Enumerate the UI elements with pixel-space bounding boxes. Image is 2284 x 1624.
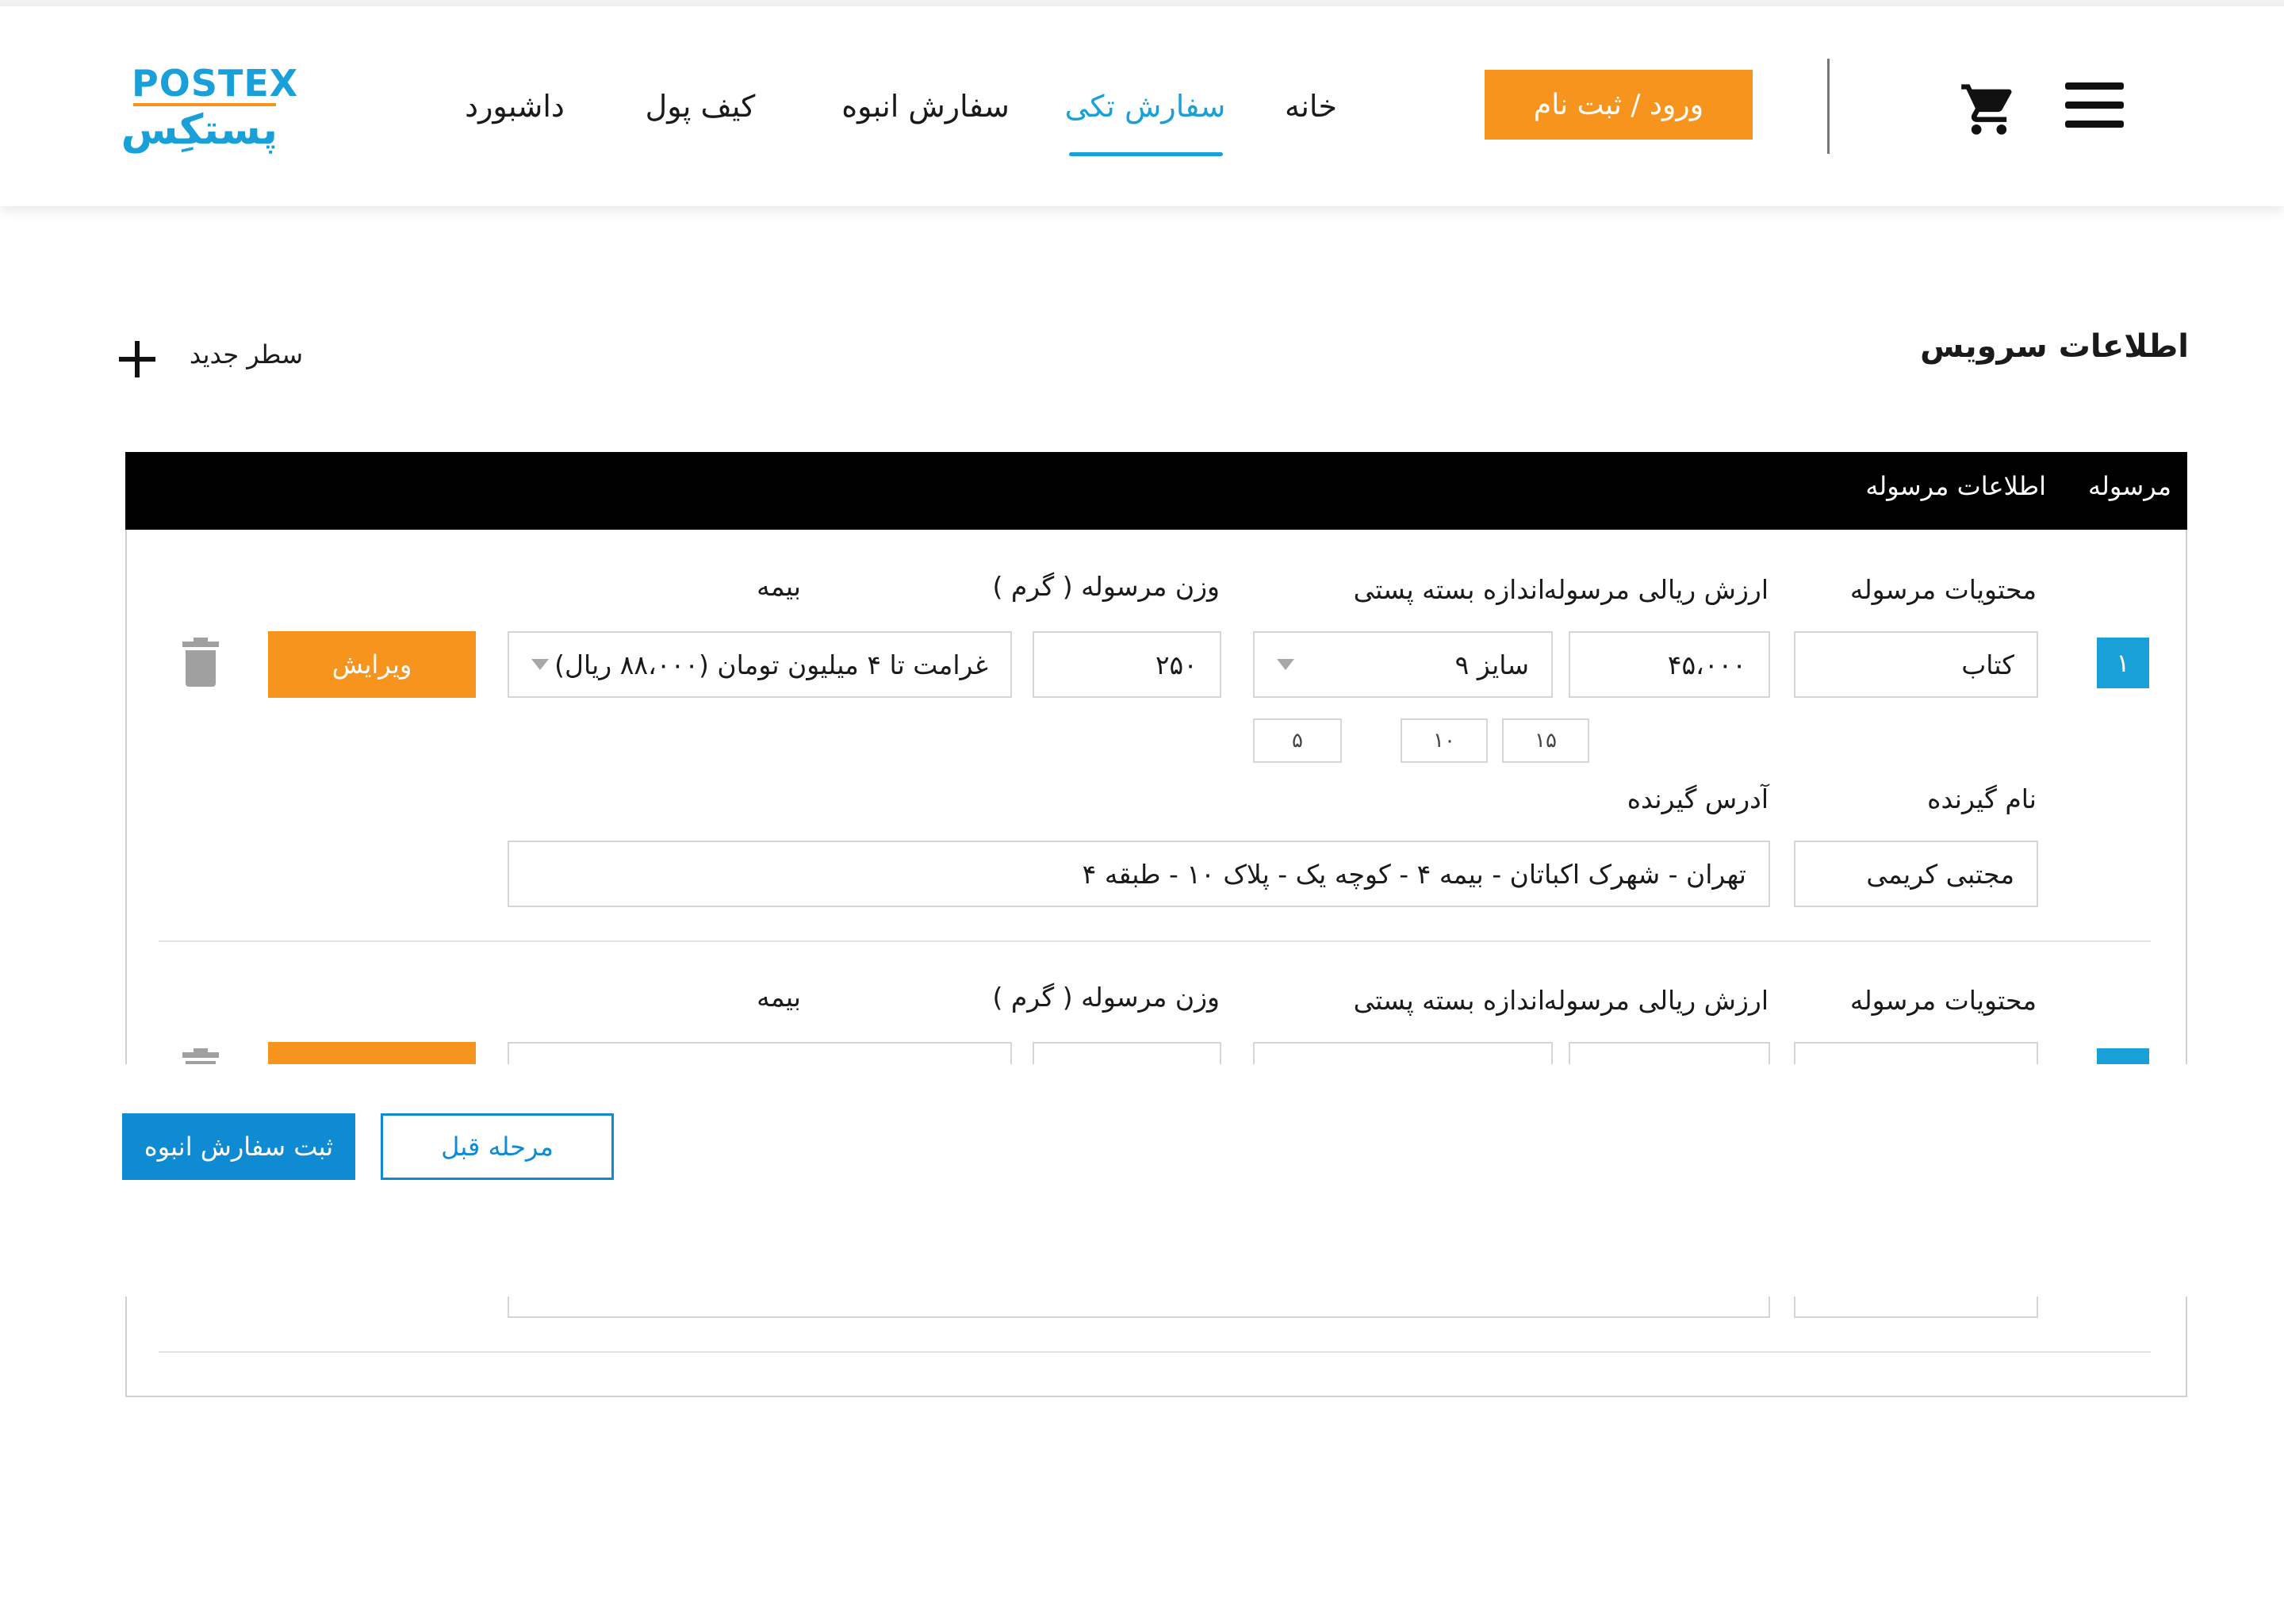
nav-dashboard[interactable]: داشبورد — [465, 89, 565, 130]
label-recipient-name: نام گیرنده — [1927, 783, 2037, 814]
label-insurance: بیمه — [757, 982, 801, 1013]
size-chip-5[interactable]: ۵ — [1253, 718, 1342, 763]
logo-latin-text: POSTEX — [132, 62, 297, 105]
label-insurance: بیمه — [757, 571, 801, 602]
table-row: محتویات مرسوله ارزش ریالی مرسوله اندازه … — [125, 530, 2187, 942]
size-chip-10[interactable]: ۱۰ — [1401, 718, 1488, 763]
label-recipient-address: آدرس گیرنده — [1627, 783, 1769, 814]
chevron-down-icon — [531, 659, 549, 670]
table-header: مرسوله اطلاعات مرسوله — [125, 452, 2187, 530]
top-strip — [0, 0, 2284, 6]
action-bar: ثبت سفارش انبوه مرحله قبل — [0, 1064, 2284, 1297]
label-package-size: اندازه بسته پستی — [1353, 985, 1545, 1016]
recipient-name-input[interactable]: مجتبی کریمی — [1794, 841, 2038, 907]
login-register-button[interactable]: ورود / ثبت نام — [1485, 70, 1753, 140]
new-row-button[interactable]: سطر جدید — [119, 336, 303, 381]
site-header: POSTEX پستکِس داشبورد کیف پول سفارش انبو… — [0, 6, 2284, 206]
chevron-down-icon — [1277, 659, 1294, 670]
column-header-parcel-info: اطلاعات مرسوله — [1865, 471, 2046, 501]
page-title: اطلاعات سرویس — [1920, 328, 2189, 365]
new-row-label: سطر جدید — [189, 339, 303, 370]
hamburger-menu-icon[interactable] — [2065, 82, 2124, 130]
insurance-select[interactable]: غرامت تا ۴ میلیون تومان (۸۸،۰۰۰ ریال) — [508, 631, 1012, 698]
recipient-address-input[interactable]: تهران - شهرک اکباتان - بیمه ۴ - کوچه یک … — [508, 841, 1770, 907]
column-header-parcel: مرسوله — [2087, 471, 2171, 501]
size-chip-15[interactable]: ۱۵ — [1502, 718, 1589, 763]
trash-icon[interactable] — [182, 638, 219, 687]
submit-bulk-order-button[interactable]: ثبت سفارش انبوه — [122, 1113, 355, 1180]
cart-icon[interactable] — [1959, 79, 2019, 140]
nav-bulk-order[interactable]: سفارش انبوه — [837, 89, 1014, 130]
value-input[interactable]: ۴۵،۰۰۰ — [1569, 631, 1770, 698]
logo[interactable]: POSTEX پستکِس — [121, 62, 298, 163]
row-index-badge: ۱ — [2097, 638, 2149, 688]
package-size-select[interactable]: سایز ۹ — [1253, 631, 1553, 698]
label-weight: وزن مرسوله ( گرم ) — [992, 571, 1221, 602]
nav-active-underline — [1069, 152, 1223, 156]
nav-single-order[interactable]: سفارش تکی — [1063, 89, 1228, 130]
nav-wallet[interactable]: کیف پول — [639, 89, 761, 130]
logo-persian-text: پستکِس — [121, 106, 278, 154]
previous-step-button[interactable]: مرحله قبل — [381, 1113, 614, 1180]
label-contents: محتویات مرسوله — [1849, 574, 2037, 605]
label-package-size: اندازه بسته پستی — [1353, 574, 1545, 605]
header-divider — [1827, 59, 1830, 154]
edit-button[interactable]: ویرایش — [268, 631, 476, 698]
label-contents: محتویات مرسوله — [1849, 985, 2037, 1016]
label-weight: وزن مرسوله ( گرم ) — [992, 982, 1221, 1013]
logo-latin-post: POSTEX — [132, 62, 299, 105]
plus-icon — [119, 341, 155, 377]
row-separator — [159, 1351, 2151, 1353]
nav-home[interactable]: خانه — [1278, 89, 1343, 130]
contents-input[interactable]: کتاب — [1794, 631, 2038, 698]
weight-input[interactable]: ۲۵۰ — [1033, 631, 1221, 698]
